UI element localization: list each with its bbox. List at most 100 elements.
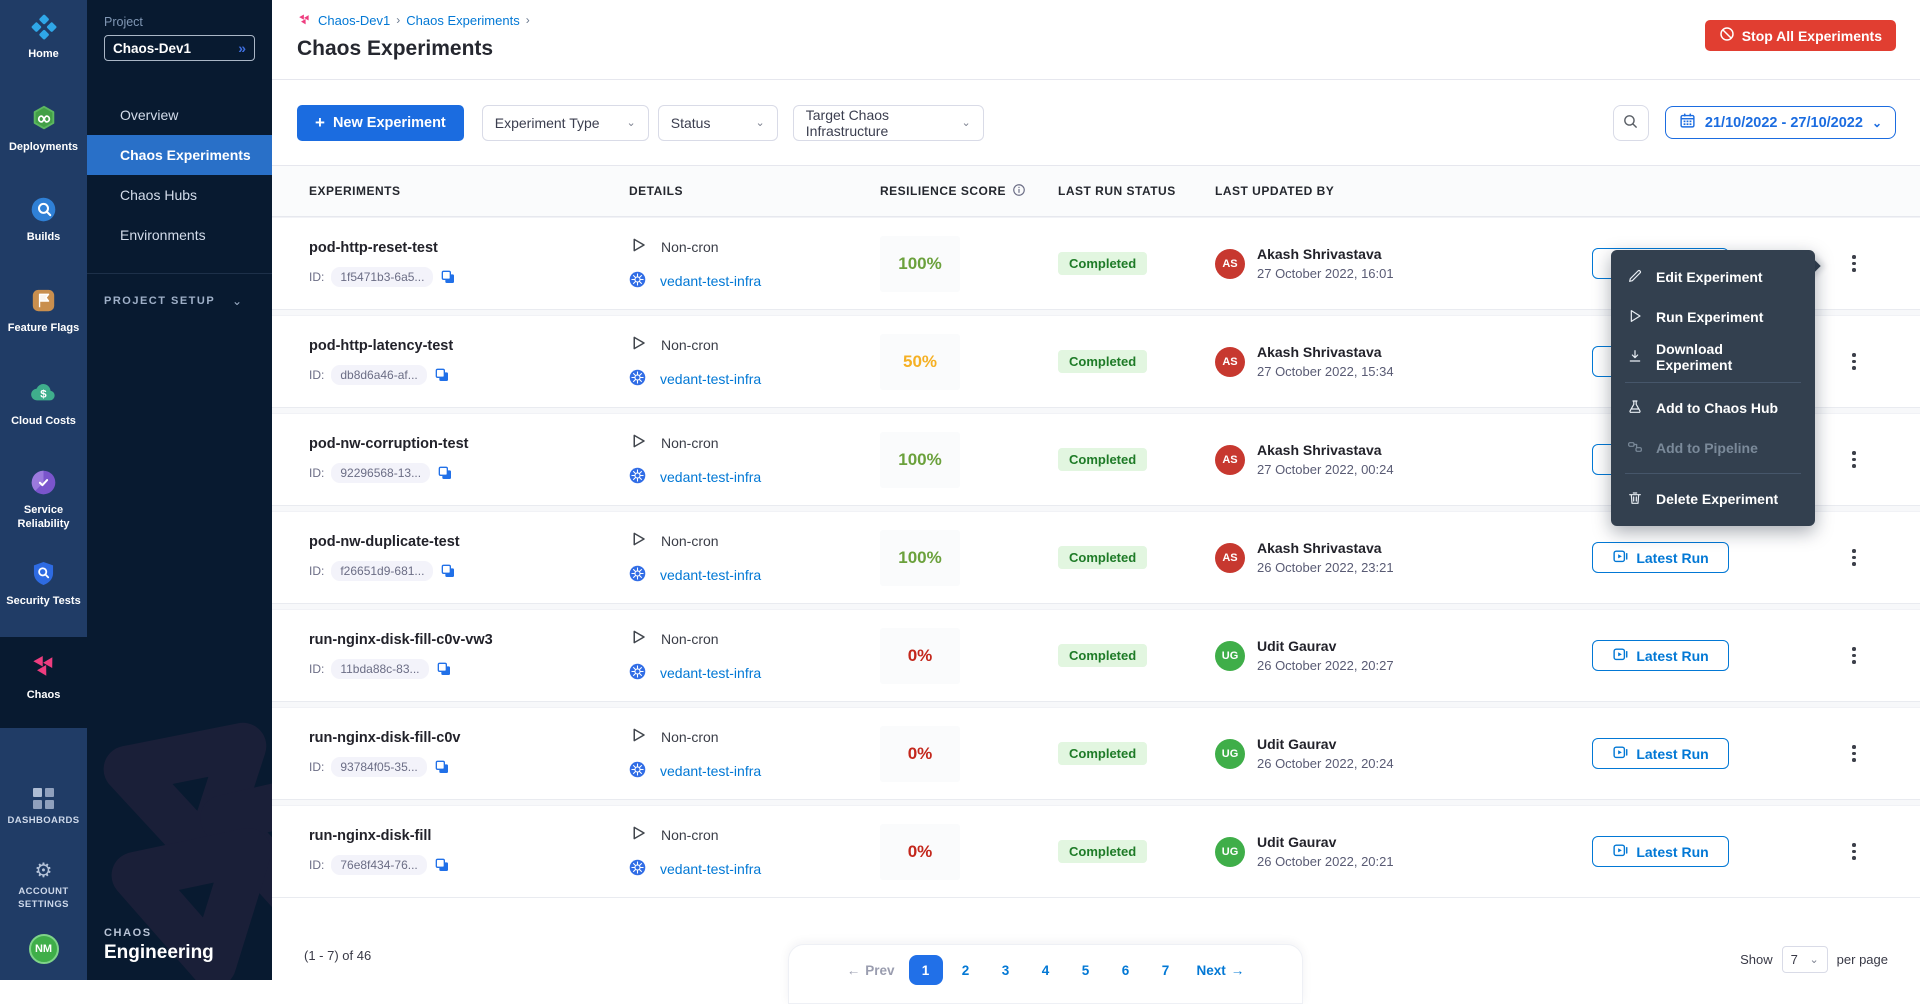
- infrastructure-link[interactable]: vedant-test-infra: [660, 861, 761, 877]
- page-number-button[interactable]: 6: [1109, 955, 1143, 985]
- nav-account-settings[interactable]: ⚙ ACCOUNT SETTINGS: [0, 853, 87, 920]
- chevron-down-icon: ⌄: [962, 116, 971, 129]
- filter-experiment-type[interactable]: Experiment Type ⌄: [482, 105, 649, 141]
- menu-item-download-experiment[interactable]: Download Experiment: [1611, 337, 1815, 377]
- infrastructure-link[interactable]: vedant-test-infra: [660, 665, 761, 681]
- info-icon[interactable]: [1012, 183, 1026, 200]
- module-service-reliability[interactable]: Service Reliability: [0, 455, 87, 546]
- details-cell: Non-cron vedant-test-infra: [629, 628, 880, 683]
- date-range-button[interactable]: 21/10/2022 - 27/10/2022 ⌄: [1665, 106, 1896, 139]
- module-chaos[interactable]: Chaos: [0, 637, 87, 728]
- new-experiment-button[interactable]: + New Experiment: [297, 105, 464, 141]
- infrastructure-link[interactable]: vedant-test-infra: [660, 371, 761, 387]
- kebab-menu-icon[interactable]: [1842, 838, 1866, 866]
- filter-status[interactable]: Status ⌄: [658, 105, 778, 141]
- user-avatar[interactable]: NM: [29, 934, 59, 964]
- page-number-button[interactable]: 5: [1069, 955, 1103, 985]
- module-builds[interactable]: Builds: [0, 182, 87, 273]
- copy-icon[interactable]: [434, 759, 450, 775]
- status-badge: Completed: [1058, 840, 1147, 863]
- infrastructure-link[interactable]: vedant-test-infra: [660, 273, 761, 289]
- module-label: Builds: [27, 230, 61, 244]
- infrastructure-link[interactable]: vedant-test-infra: [660, 469, 761, 485]
- experiment-name[interactable]: run-nginx-disk-fill: [309, 828, 629, 844]
- experiment-name[interactable]: run-nginx-disk-fill-c0v: [309, 730, 629, 746]
- page-number-button[interactable]: 7: [1149, 955, 1183, 985]
- experiment-name[interactable]: pod-nw-corruption-test: [309, 436, 629, 452]
- nav-dashboards[interactable]: DASHBOARDS: [0, 780, 87, 836]
- sidebar-item-overview[interactable]: Overview: [87, 95, 272, 135]
- kebab-menu-icon[interactable]: [1842, 446, 1866, 474]
- page-size-select[interactable]: 7 ⌄: [1782, 946, 1828, 973]
- table-row: run-nginx-disk-fill-c0v-vw3 ID: 11bda88c…: [272, 609, 1920, 702]
- expand-projects-icon[interactable]: »: [238, 40, 246, 56]
- filter-target-infrastructure[interactable]: Target Chaos Infrastructure ⌄: [793, 105, 984, 141]
- search-button[interactable]: [1613, 105, 1649, 141]
- experiment-id-row: ID: f26651d9-681...: [309, 561, 629, 581]
- module-home[interactable]: Home: [0, 0, 87, 91]
- play-outline-icon: [629, 628, 647, 649]
- experiment-name[interactable]: pod-http-reset-test: [309, 240, 629, 256]
- score-cell: 0%: [880, 628, 1058, 684]
- play-outline-icon: [629, 236, 647, 257]
- menu-item-run-experiment[interactable]: Run Experiment: [1611, 297, 1815, 337]
- copy-icon[interactable]: [436, 661, 452, 677]
- copy-icon[interactable]: [434, 857, 450, 873]
- module-label: Deployments: [9, 140, 78, 154]
- latest-run-button[interactable]: Latest Run: [1592, 640, 1729, 671]
- user-name: Akash Shrivastava: [1257, 540, 1394, 556]
- module-feature-flags[interactable]: Feature Flags: [0, 273, 87, 364]
- sidebar-item-environments[interactable]: Environments: [87, 215, 272, 255]
- module-cloud-costs[interactable]: $ Cloud Costs: [0, 364, 87, 455]
- breadcrumb-project[interactable]: Chaos-Dev1: [318, 13, 390, 28]
- module-deployments[interactable]: Deployments: [0, 91, 87, 182]
- menu-item-edit-experiment[interactable]: Edit Experiment: [1611, 257, 1815, 297]
- latest-run-button[interactable]: Latest Run: [1592, 542, 1729, 573]
- kebab-menu-icon[interactable]: [1842, 544, 1866, 572]
- latest-run-button[interactable]: Latest Run: [1592, 836, 1729, 867]
- user-cell: UG Udit Gaurav 26 October 2022, 20:24: [1215, 736, 1592, 771]
- infrastructure-link[interactable]: vedant-test-infra: [660, 567, 761, 583]
- schedule-line: Non-cron: [629, 824, 880, 845]
- next-page-button[interactable]: Next →: [1189, 955, 1253, 985]
- deployments-icon: [30, 105, 58, 133]
- project-setup-toggle[interactable]: PROJECT SETUP ⌄: [87, 294, 272, 308]
- copy-icon[interactable]: [440, 269, 456, 285]
- kebab-menu-icon[interactable]: [1842, 740, 1866, 768]
- experiment-name[interactable]: pod-http-latency-test: [309, 338, 629, 354]
- kebab-cell: [1842, 348, 1896, 376]
- sidebar-divider: [87, 273, 272, 274]
- copy-icon[interactable]: [440, 563, 456, 579]
- kebab-menu-icon[interactable]: [1842, 348, 1866, 376]
- sidebar-item-chaos-experiments[interactable]: Chaos Experiments: [87, 135, 272, 175]
- experiment-cell: pod-nw-duplicate-test ID: f26651d9-681..…: [309, 534, 629, 581]
- infra-line: vedant-test-infra: [629, 369, 880, 389]
- menu-item-delete-experiment[interactable]: Delete Experiment: [1611, 479, 1815, 519]
- page-number-button[interactable]: 3: [989, 955, 1023, 985]
- show-label: Show: [1740, 952, 1773, 967]
- experiment-name[interactable]: pod-nw-duplicate-test: [309, 534, 629, 550]
- kebab-menu-icon[interactable]: [1842, 642, 1866, 670]
- copy-icon[interactable]: [434, 367, 450, 383]
- module-security-tests[interactable]: Security Tests: [0, 546, 87, 637]
- kebab-menu-icon[interactable]: [1842, 250, 1866, 278]
- menu-item-add-to-chaos-hub[interactable]: Add to Chaos Hub: [1611, 388, 1815, 428]
- latest-run-button[interactable]: Latest Run: [1592, 738, 1729, 769]
- module-label: Feature Flags: [8, 321, 80, 335]
- project-selector[interactable]: Chaos-Dev1 »: [104, 35, 255, 61]
- copy-icon[interactable]: [437, 465, 453, 481]
- experiment-name[interactable]: run-nginx-disk-fill-c0v-vw3: [309, 632, 629, 648]
- action-cell: Latest Run: [1592, 836, 1842, 867]
- breadcrumb-page[interactable]: Chaos Experiments: [406, 13, 519, 28]
- page-number-button[interactable]: 4: [1029, 955, 1063, 985]
- rail-bottom: DASHBOARDS ⚙ ACCOUNT SETTINGS NM: [0, 780, 87, 980]
- infrastructure-link[interactable]: vedant-test-infra: [660, 763, 761, 779]
- kebab-cell: [1842, 544, 1896, 572]
- sidebar-item-chaos-hubs[interactable]: Chaos Hubs: [87, 175, 272, 215]
- page-number-button[interactable]: 1: [909, 955, 943, 985]
- menu-item-add-to-pipeline: Add to Pipeline: [1611, 428, 1815, 468]
- status-cell: Completed: [1058, 546, 1215, 569]
- details-cell: Non-cron vedant-test-infra: [629, 236, 880, 291]
- page-number-button[interactable]: 2: [949, 955, 983, 985]
- stop-all-experiments-button[interactable]: Stop All Experiments: [1705, 20, 1896, 51]
